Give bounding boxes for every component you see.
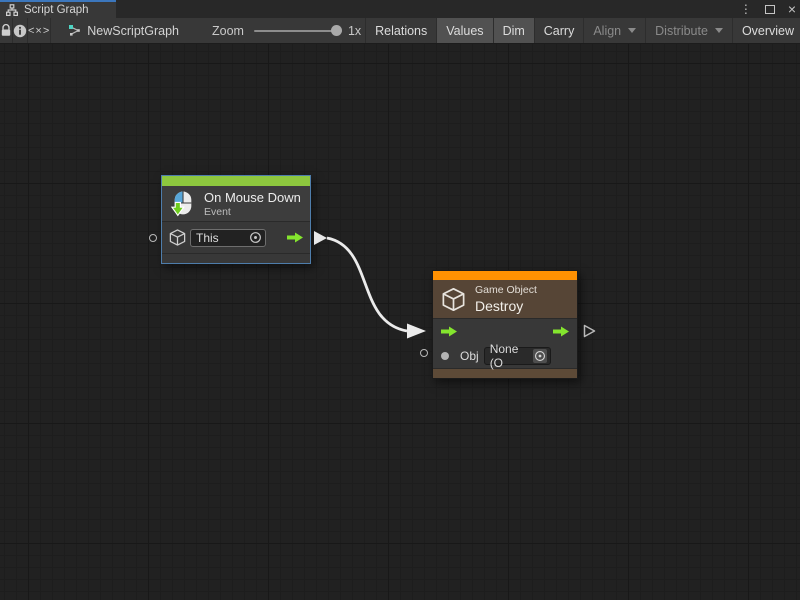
toolbar-divider: [50, 18, 51, 44]
node-category: Game Object: [475, 284, 537, 296]
node-header[interactable]: On Mouse Down Event: [162, 186, 310, 222]
tab-title: Script Graph: [24, 4, 89, 16]
edit-code-button[interactable]: <×>: [28, 18, 50, 44]
unit-accent-bar: [433, 271, 577, 280]
values-button[interactable]: Values: [436, 18, 492, 44]
overview-label: Overview: [742, 24, 794, 38]
obj-input-dot[interactable]: [441, 352, 449, 360]
connection-wire: [0, 44, 800, 600]
node-header[interactable]: Game Object Destroy: [433, 280, 577, 319]
distribute-label: Distribute: [655, 24, 708, 38]
mouse-down-icon: [169, 190, 196, 217]
close-icon[interactable]: ×: [788, 2, 796, 16]
graph-toolbar: <×> NewScriptGraph Zoom 1x Relations: [0, 18, 800, 44]
zoom-slider-handle[interactable]: [331, 25, 342, 36]
obj-input-port[interactable]: [420, 349, 428, 357]
info-icon: [13, 24, 27, 38]
obj-input-label: Obj: [460, 349, 479, 363]
carry-button[interactable]: Carry: [534, 18, 584, 44]
node-title: Destroy: [475, 298, 537, 314]
trigger-output-arrow-icon[interactable]: [552, 325, 570, 338]
info-button[interactable]: [13, 18, 27, 44]
align-dropdown[interactable]: Align: [583, 18, 645, 44]
tab-script-graph[interactable]: Script Graph: [0, 0, 116, 18]
zoom-slider[interactable]: [254, 30, 342, 32]
trigger-output-port[interactable]: [583, 324, 596, 338]
trigger-output-port[interactable]: [313, 230, 328, 246]
object-picker-icon[interactable]: [249, 231, 262, 244]
script-graph-asset-icon: [68, 24, 81, 37]
target-input-port[interactable]: [149, 234, 157, 242]
lock-button[interactable]: [0, 18, 12, 44]
zoom-label: Zoom: [212, 24, 244, 38]
trigger-output-arrow-icon[interactable]: [286, 231, 304, 244]
node-destroy[interactable]: Game Object Destroy: [432, 270, 578, 379]
lock-icon: [0, 24, 12, 37]
align-label: Align: [593, 24, 621, 38]
game-object-cube-icon: [440, 286, 467, 313]
zoom-control: Zoom 1x: [212, 24, 361, 38]
maximize-icon[interactable]: [765, 5, 775, 14]
node-footer: [162, 254, 310, 263]
chevron-down-icon: [715, 28, 723, 33]
values-label: Values: [446, 24, 483, 38]
target-field-value: This: [196, 231, 219, 245]
relations-label: Relations: [375, 24, 427, 38]
node-title: On Mouse Down: [204, 190, 301, 205]
graph-hierarchy-icon: [6, 4, 18, 16]
zoom-value: 1x: [348, 24, 361, 38]
graph-breadcrumb[interactable]: NewScriptGraph: [68, 24, 179, 38]
event-accent-bar: [162, 176, 310, 186]
titlebar: Script Graph ⋮ ×: [0, 0, 800, 18]
object-picker-icon[interactable]: [533, 349, 547, 363]
code-icon: <×>: [28, 25, 50, 37]
graph-name: NewScriptGraph: [87, 24, 179, 38]
distribute-dropdown[interactable]: Distribute: [645, 18, 732, 44]
target-field[interactable]: This: [190, 229, 266, 247]
carry-label: Carry: [544, 24, 575, 38]
overview-button[interactable]: Overview: [732, 18, 800, 44]
chevron-down-icon: [628, 28, 636, 33]
trigger-input-arrow-icon[interactable]: [440, 325, 458, 338]
window-menu-icon[interactable]: ⋮: [740, 3, 752, 15]
obj-field-value: None (O: [490, 342, 533, 370]
node-body: This: [162, 222, 310, 254]
node-subtitle: Event: [204, 206, 301, 218]
obj-field[interactable]: None (O: [484, 347, 551, 365]
dim-button[interactable]: Dim: [493, 18, 534, 44]
game-object-cube-icon: [168, 228, 187, 247]
graph-canvas[interactable]: On Mouse Down Event This: [0, 44, 800, 600]
relations-button[interactable]: Relations: [365, 18, 436, 44]
script-graph-window: Script Graph ⋮ ×: [0, 0, 800, 600]
dim-label: Dim: [503, 24, 525, 38]
window-controls: ⋮ ×: [740, 0, 796, 18]
node-on-mouse-down[interactable]: On Mouse Down Event This: [161, 175, 311, 264]
node-body: Obj None (O: [433, 319, 577, 368]
